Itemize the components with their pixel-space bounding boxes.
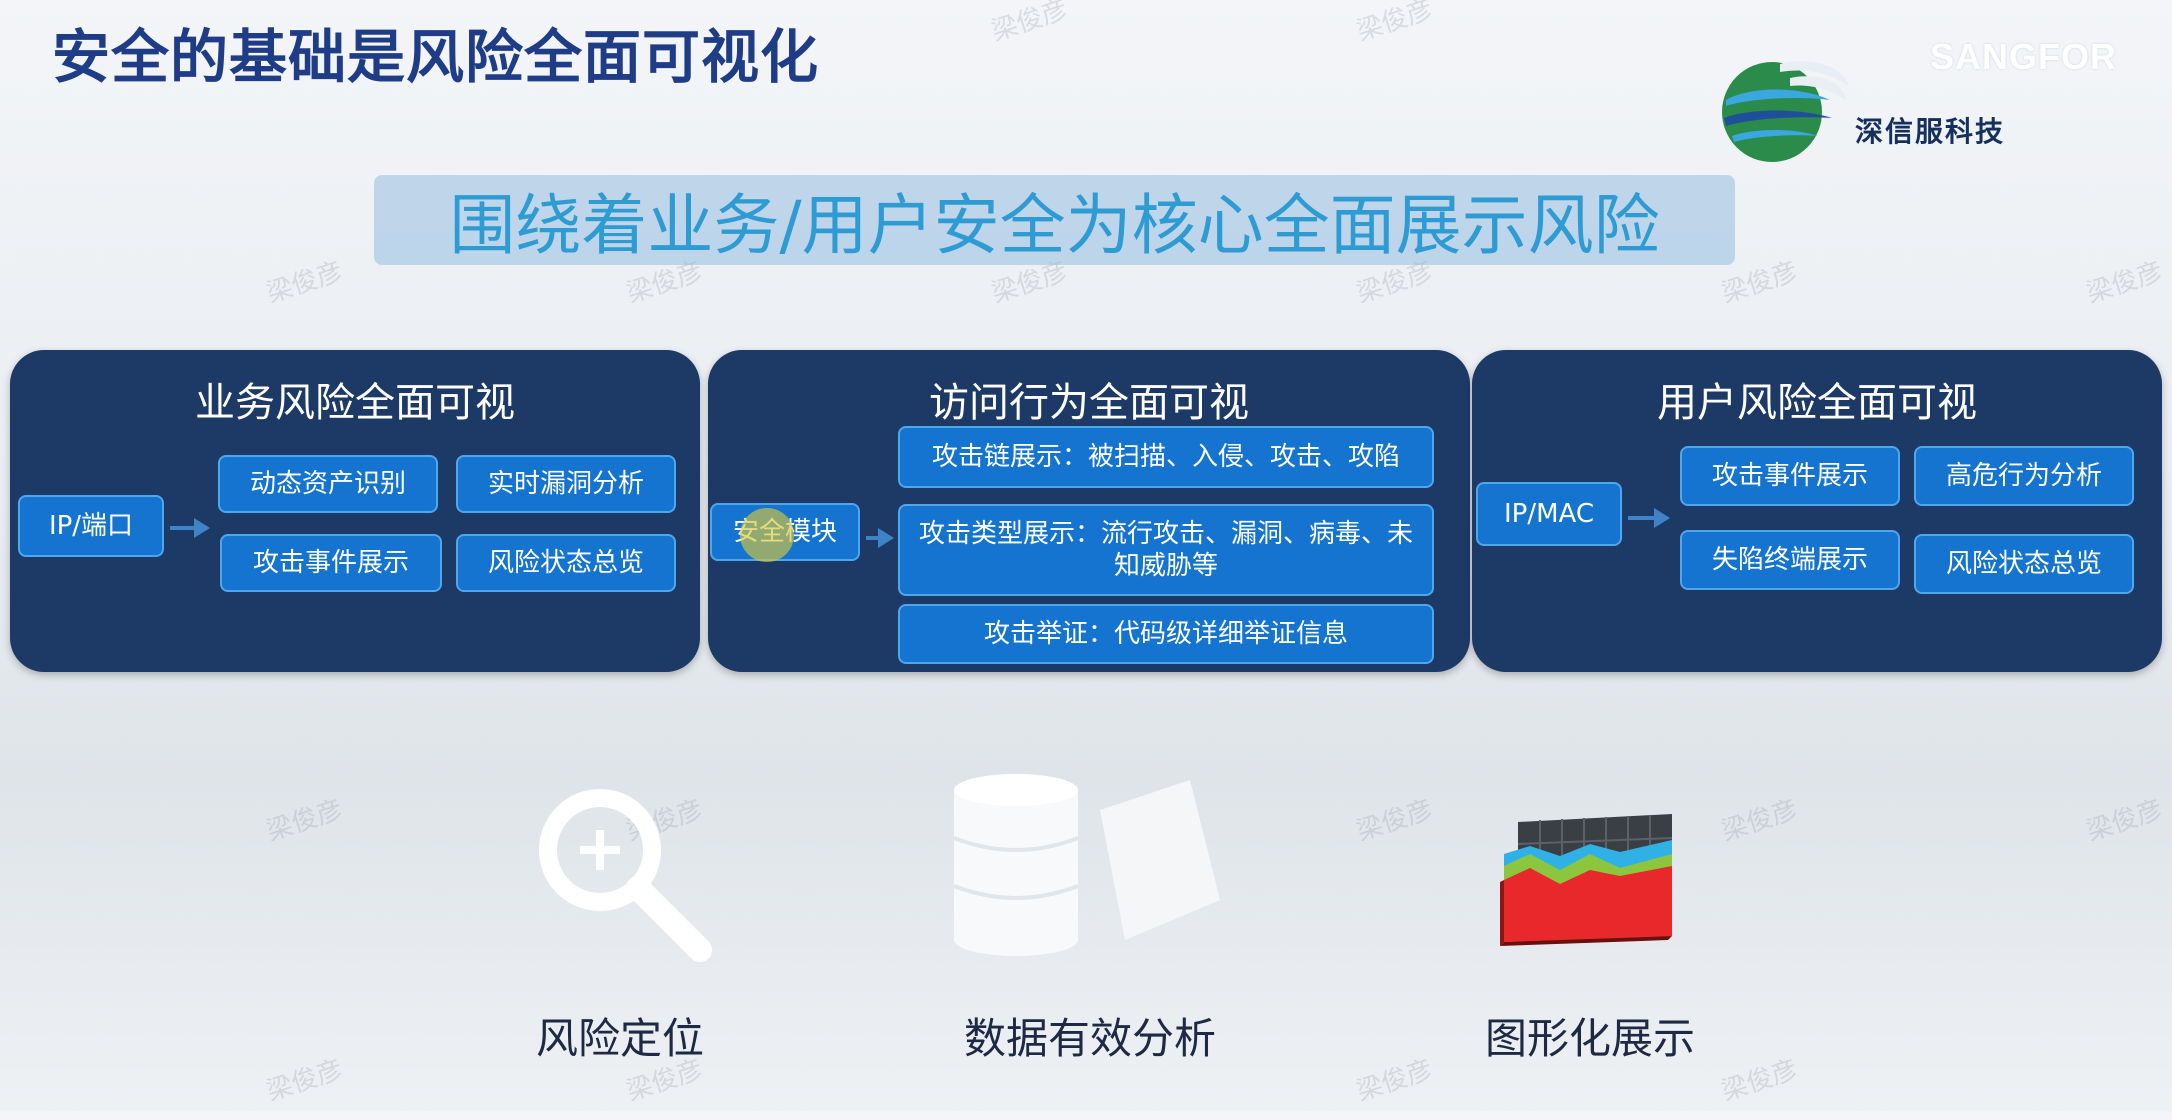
watermark: 梁俊彦 xyxy=(1353,0,1437,48)
arrow-right-icon xyxy=(1654,508,1670,528)
item-attack-chain: 攻击链展示：被扫描、入侵、攻击、攻陷 xyxy=(898,426,1434,488)
item-asset-identify: 动态资产识别 xyxy=(218,455,438,513)
watermark: 梁俊彦 xyxy=(988,0,1072,48)
source-ip-mac: IP/MAC xyxy=(1476,482,1622,546)
item-risk-overview: 风险状态总览 xyxy=(456,534,676,592)
user-risk-panel: 用户风险全面可视 IP/MAC 攻击事件展示 高危行为分析 失陷终端展示 风险状… xyxy=(1472,350,2162,672)
item-compromised-hosts: 失陷终端展示 xyxy=(1680,530,1900,590)
cursor-highlight xyxy=(740,508,794,562)
feature-label-data-analysis: 数据有效分析 xyxy=(963,1014,1216,1063)
sangfor-logo: SANGFOR 深信服科技 xyxy=(1720,30,2140,170)
panel-title: 业务风险全面可视 xyxy=(195,380,515,426)
logo-english: SANGFOR xyxy=(1930,36,2117,77)
item-attack-events: 攻击事件展示 xyxy=(220,534,442,592)
source-ip-port: IP/端口 xyxy=(18,495,164,557)
area-chart-icon xyxy=(1490,810,1680,954)
item-high-risk-behavior: 高危行为分析 xyxy=(1914,446,2134,506)
item-risk-overview: 风险状态总览 xyxy=(1914,534,2134,594)
globe-logo-icon xyxy=(1722,61,1848,162)
item-attack-types: 攻击类型展示：流行攻击、漏洞、病毒、未知威胁等 xyxy=(898,504,1434,596)
watermark: 梁俊彦 xyxy=(2083,256,2167,310)
item-attack-events: 攻击事件展示 xyxy=(1680,446,1900,506)
slide-title: 安全的基础是风险全面可视化 xyxy=(52,23,820,91)
core-banner: 围绕着业务/用户安全为核心全面展示风险 xyxy=(374,175,1735,265)
watermark: 梁俊彦 xyxy=(263,256,347,310)
arrow-right-icon xyxy=(194,518,210,538)
panel-title: 访问行为全面可视 xyxy=(929,380,1249,426)
business-risk-panel: 业务风险全面可视 IP/端口 动态资产识别 实时漏洞分析 攻击事件展示 风险状态… xyxy=(10,350,700,672)
magnifier-plus-icon xyxy=(530,780,720,974)
panel-title: 用户风险全面可视 xyxy=(1657,380,1977,426)
feature-label-graphical-display: 图形化展示 xyxy=(1484,1014,1695,1063)
item-vuln-analysis: 实时漏洞分析 xyxy=(456,455,676,513)
arrow-right-icon xyxy=(878,528,894,548)
database-document-icon xyxy=(950,770,1230,964)
item-attack-evidence: 攻击举证：代码级详细举证信息 xyxy=(898,604,1434,664)
access-behavior-panel: 访问行为全面可视 安全模块 攻击链展示：被扫描、入侵、攻击、攻陷 攻击类型展示：… xyxy=(708,350,1470,672)
logo-chinese: 深信服科技 xyxy=(1855,115,2006,148)
feature-label-risk-location: 风险定位 xyxy=(535,1014,704,1063)
arrow-stem xyxy=(1628,516,1656,520)
arrow-stem xyxy=(170,526,196,530)
arrow-stem xyxy=(866,536,878,540)
